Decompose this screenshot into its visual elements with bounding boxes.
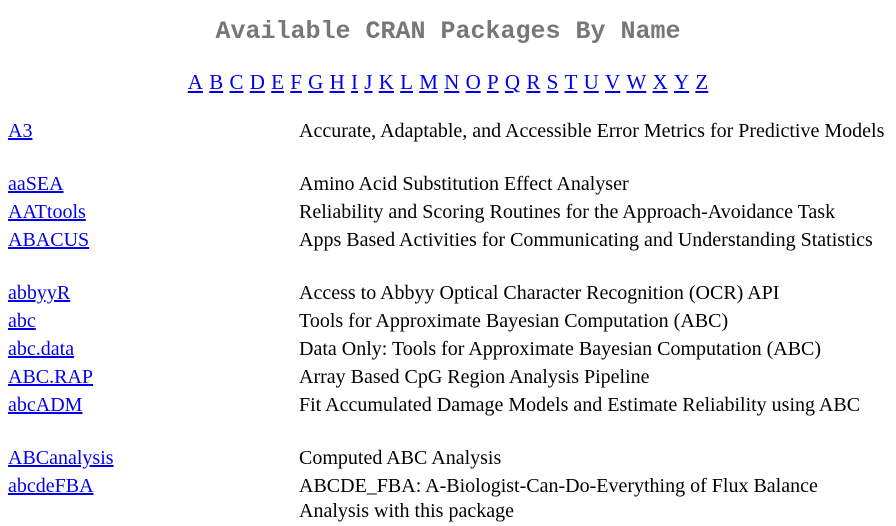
alphabet-nav: A B C D E F G H I J K L M N O P Q R S T … [0,69,896,95]
package-description-cell: Fit Accumulated Damage Models and Estima… [299,393,888,446]
letter-link-f[interactable]: F [290,70,302,94]
letter-link-v[interactable]: V [605,70,620,94]
package-description: Array Based CpG Region Analysis Pipeline [299,366,650,388]
package-table: A3 Accurate, Adaptable, and Accessible Er… [8,119,888,526]
package-name-cell: ABCanalysis [8,446,299,474]
package-description: Amino Acid Substitution Effect Analyser [299,173,629,195]
letter-link-l[interactable]: L [400,70,413,94]
package-link[interactable]: abcADM [8,394,82,416]
package-description: Tools for Approximate Bayesian Computati… [299,310,729,332]
package-description: Fit Accumulated Damage Models and Estima… [299,394,861,416]
package-row: abcdeFBA ABCDE_FBA: A-Biologist-Can-Do-Ev… [8,474,888,526]
package-name-cell: A3 [8,119,299,172]
letter-link-n[interactable]: N [444,70,459,94]
package-name-cell: ABACUS [8,228,299,281]
package-description: Apps Based Activities for Communicating … [299,229,873,251]
letter-link-d[interactable]: D [250,70,265,94]
letter-link-b[interactable]: B [209,70,223,94]
package-name-cell: aaSEA [8,172,299,200]
page-title: Available CRAN Packages By Name [215,17,681,46]
package-name-cell: ABC.RAP [8,365,299,393]
package-row: aaSEA Amino Acid Substitution Effect Anal… [8,172,888,200]
letter-link-e[interactable]: E [271,70,284,94]
package-description: Access to Abbyy Optical Character Recogn… [299,282,780,304]
package-description-cell: Access to Abbyy Optical Character Recogn… [299,281,888,309]
letter-link-y[interactable]: Y [674,70,689,94]
package-description-cell: Reliability and Scoring Routines for the… [299,200,888,228]
package-description: ABCDE_FBA: A-Biologist-Can-Do-Everything… [299,475,818,522]
letter-link-x[interactable]: X [653,70,668,94]
package-name-cell: abcdeFBA [8,474,299,526]
package-link[interactable]: abc.data [8,338,74,360]
package-name-cell: abbyyR [8,281,299,309]
letter-link-h[interactable]: H [330,70,345,94]
letter-link-o[interactable]: O [466,70,481,94]
letter-link-j[interactable]: J [364,70,372,94]
package-description-cell: ABCDE_FBA: A-Biologist-Can-Do-Everything… [299,474,888,526]
package-row: ABCanalysis Computed ABC Analysis [8,446,888,474]
package-name-cell: abc [8,309,299,337]
package-description-cell: Amino Acid Substitution Effect Analyser [299,172,888,200]
package-link[interactable]: abcdeFBA [8,475,94,497]
package-row: A3 Accurate, Adaptable, and Accessible Er… [8,119,888,172]
package-link[interactable]: AATtools [8,201,86,223]
package-link[interactable]: A3 [8,120,32,142]
letter-link-m[interactable]: M [419,70,438,94]
package-link[interactable]: abc [8,310,36,332]
package-link[interactable]: aaSEA [8,173,64,195]
package-description-cell: Apps Based Activities for Communicating … [299,228,888,281]
letter-link-z[interactable]: Z [695,70,708,94]
letter-link-t[interactable]: T [565,70,578,94]
package-row: ABACUS Apps Based Activities for Communic… [8,228,888,281]
letter-link-g[interactable]: G [308,70,323,94]
package-row: abcADM Fit Accumulated Damage Models and … [8,393,888,446]
letter-link-c[interactable]: C [229,70,243,94]
package-description: Reliability and Scoring Routines for the… [299,201,836,223]
letter-link-k[interactable]: K [379,70,394,94]
package-link[interactable]: ABCanalysis [8,447,114,469]
letter-link-i[interactable]: I [351,70,358,94]
package-description-cell: Accurate, Adaptable, and Accessible Erro… [299,119,888,172]
package-description-cell: Computed ABC Analysis [299,446,888,474]
package-link[interactable]: ABC.RAP [8,366,93,388]
letter-link-w[interactable]: W [626,70,646,94]
package-name-cell: abc.data [8,337,299,365]
letter-link-a[interactable]: A [188,70,203,94]
package-description-cell: Array Based CpG Region Analysis Pipeline [299,365,888,393]
package-description: Accurate, Adaptable, and Accessible Erro… [299,120,885,142]
package-description: Data Only: Tools for Approximate Bayesia… [299,338,822,360]
package-link[interactable]: ABACUS [8,229,89,251]
package-row: AATtools Reliability and Scoring Routines… [8,200,888,228]
letter-link-p[interactable]: P [487,70,499,94]
package-row: ABC.RAP Array Based CpG Region Analysis P… [8,365,888,393]
package-description: Computed ABC Analysis [299,447,502,469]
package-link[interactable]: abbyyR [8,282,70,304]
package-row: abc Tools for Approximate Bayesian Comput… [8,309,888,337]
package-row: abc.data Data Only: Tools for Approximate… [8,337,888,365]
package-description-cell: Data Only: Tools for Approximate Bayesia… [299,337,888,365]
letter-link-r[interactable]: R [526,70,540,94]
package-description-cell: Tools for Approximate Bayesian Computati… [299,309,888,337]
letter-link-u[interactable]: U [584,70,599,94]
package-row: abbyyR Access to Abbyy Optical Character … [8,281,888,309]
package-name-cell: AATtools [8,200,299,228]
package-name-cell: abcADM [8,393,299,446]
letter-link-q[interactable]: Q [505,70,520,94]
letter-link-s[interactable]: S [547,70,559,94]
